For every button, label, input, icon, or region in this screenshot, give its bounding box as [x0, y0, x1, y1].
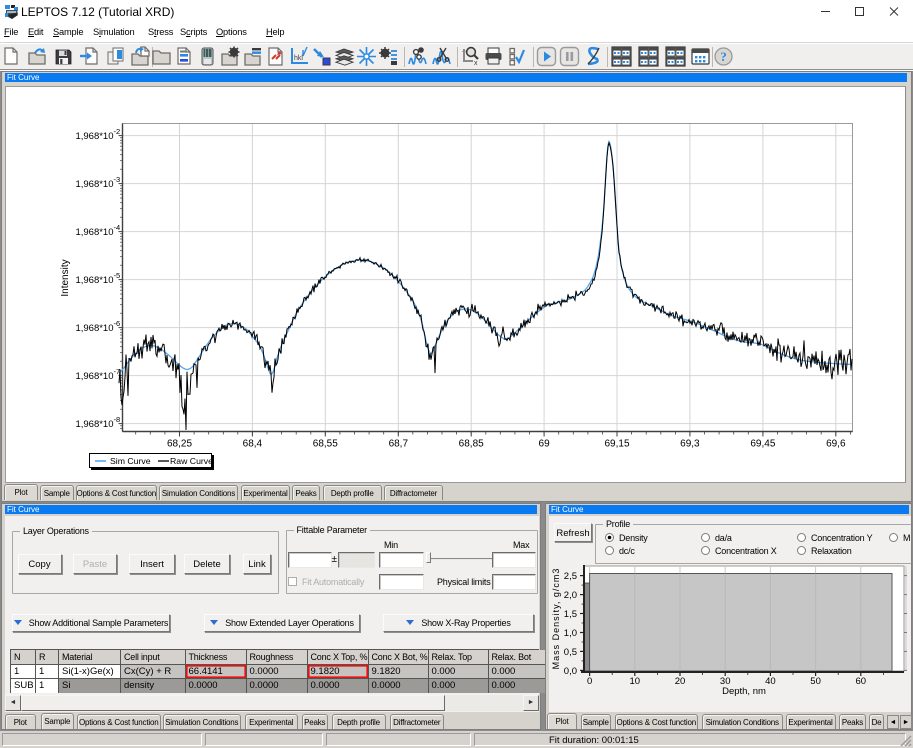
svg-text:68,55: 68,55 — [313, 439, 338, 450]
svg-text:?: ? — [720, 49, 727, 64]
svg-text:69,3: 69,3 — [680, 439, 700, 450]
svg-text:2,5: 2,5 — [564, 571, 577, 582]
svg-text:1,968*10: 1,968*10 — [75, 179, 113, 190]
svg-text:69: 69 — [539, 439, 551, 450]
svg-text:20: 20 — [675, 676, 686, 687]
svg-text:Intensity: Intensity — [60, 259, 71, 296]
svg-text:1,968*10: 1,968*10 — [75, 227, 113, 238]
svg-text:1,968*10: 1,968*10 — [75, 323, 113, 334]
svg-text:0: 0 — [587, 676, 592, 687]
svg-text:0,5: 0,5 — [564, 647, 577, 658]
svg-text:68,25: 68,25 — [167, 439, 192, 450]
svg-text:1,0: 1,0 — [564, 628, 577, 639]
svg-text:-2: -2 — [114, 127, 121, 136]
svg-text:hkl: hkl — [294, 55, 303, 62]
svg-text:0,0: 0,0 — [564, 666, 577, 677]
svg-text:1,968*10: 1,968*10 — [75, 419, 113, 430]
svg-text:69,6: 69,6 — [826, 439, 846, 450]
svg-text:40: 40 — [765, 676, 776, 687]
svg-text:68,4: 68,4 — [243, 439, 263, 450]
svg-text:2,0: 2,0 — [564, 590, 577, 601]
svg-text:Mass Density, g/cm3: Mass Density, g/cm3 — [551, 568, 561, 670]
svg-text:50: 50 — [810, 676, 821, 687]
svg-text:10: 10 — [630, 676, 641, 687]
svg-text:68,85: 68,85 — [459, 439, 484, 450]
svg-text:69,15: 69,15 — [604, 439, 629, 450]
svg-text:-4: -4 — [114, 223, 121, 232]
svg-text:69,45: 69,45 — [750, 439, 775, 450]
svg-text:68,7: 68,7 — [389, 439, 409, 450]
svg-text:-6: -6 — [114, 319, 121, 328]
svg-text:1,968*10: 1,968*10 — [75, 275, 113, 286]
svg-text:60: 60 — [856, 676, 867, 687]
svg-text:-3: -3 — [114, 175, 121, 184]
svg-text:1,968*10: 1,968*10 — [75, 371, 113, 382]
svg-text:Sim Curve: Sim Curve — [110, 456, 151, 466]
svg-text:-8: -8 — [114, 415, 121, 424]
svg-text:1,968*10: 1,968*10 — [75, 131, 113, 142]
svg-text:x: x — [474, 60, 478, 67]
svg-text:Depth, nm: Depth, nm — [722, 686, 766, 697]
svg-text:-5: -5 — [114, 271, 121, 280]
svg-text:Raw Curve: Raw Curve — [170, 456, 211, 466]
svg-text:1,5: 1,5 — [564, 609, 577, 620]
